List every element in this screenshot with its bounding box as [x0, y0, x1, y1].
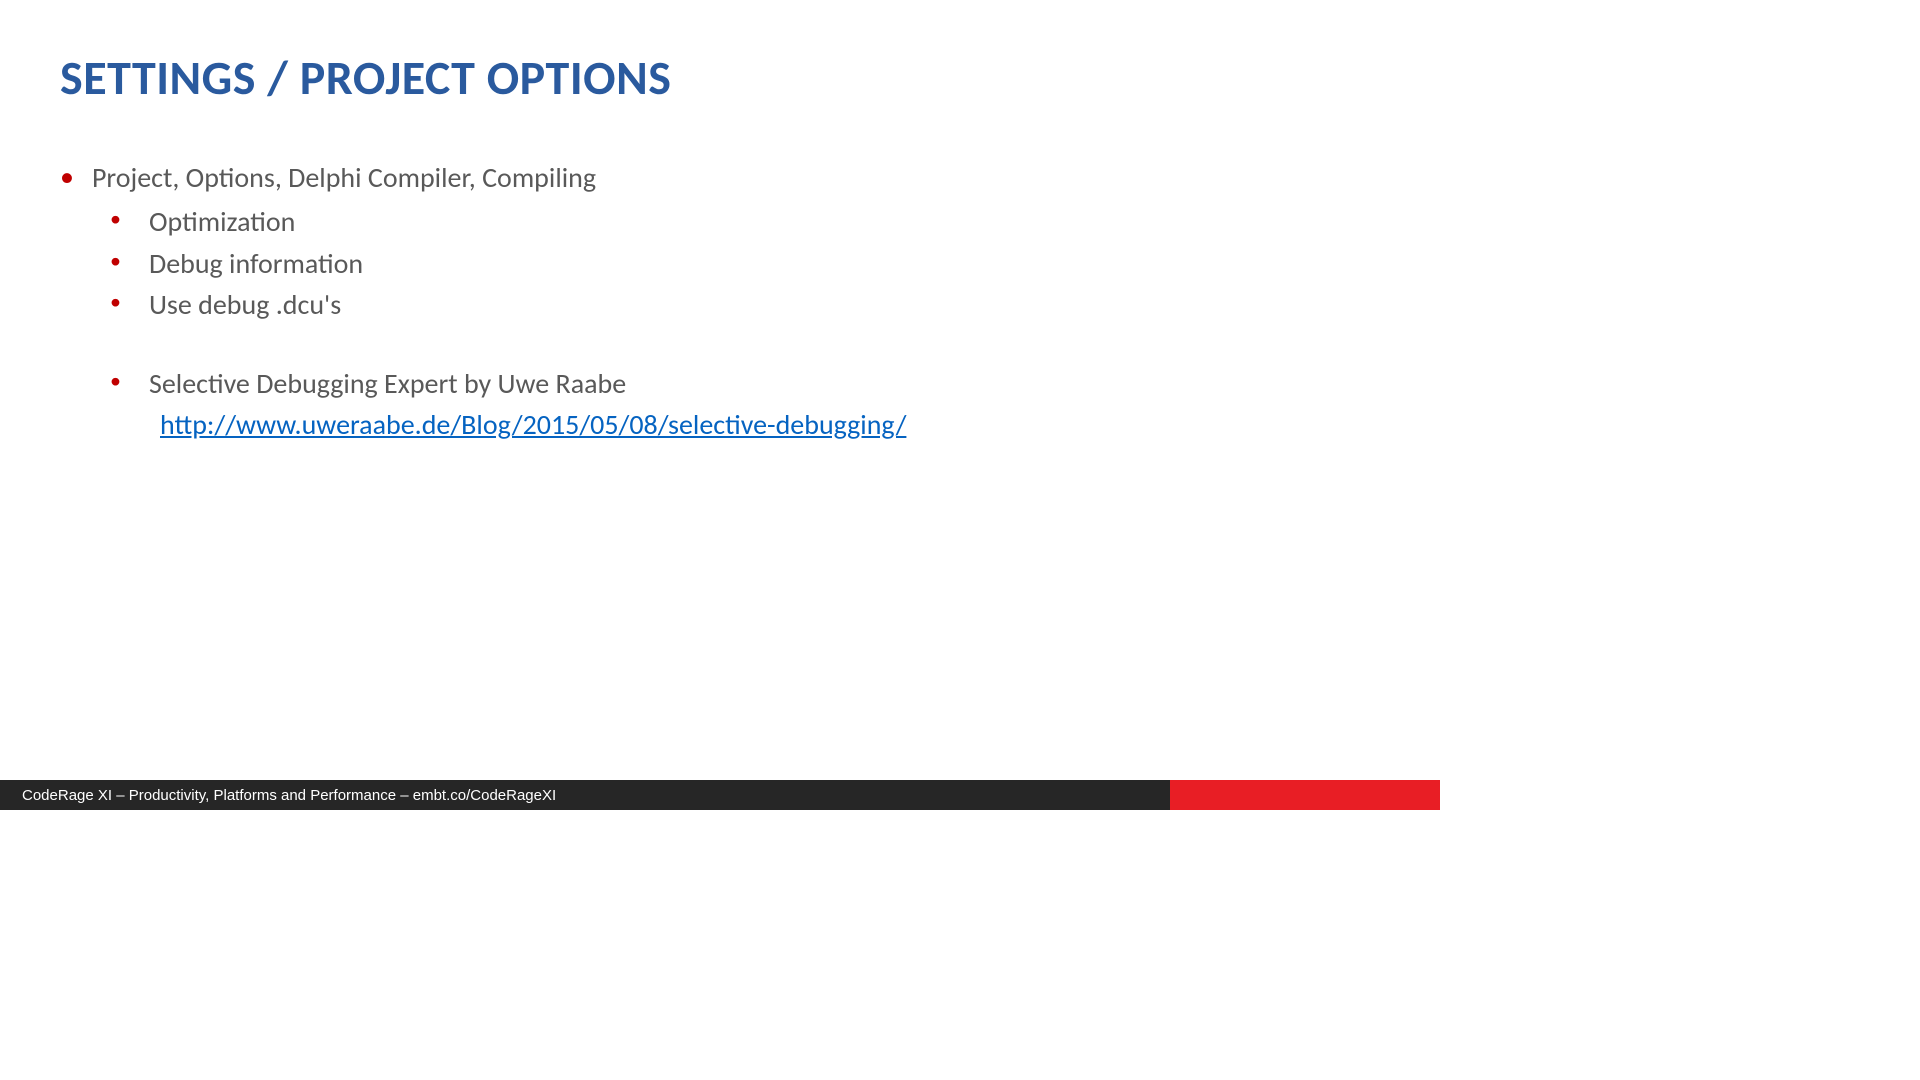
slide-footer: CodeRage XI – Productivity, Platforms an… — [0, 780, 1440, 810]
bullet-level1: • Project, Options, Delphi Compiler, Com… — [60, 160, 1380, 196]
external-link[interactable]: http://www.uweraabe.de/Blog/2015/05/08/s… — [160, 407, 906, 442]
bullet-text: Optimization — [149, 202, 295, 241]
bullet-level2: • Debug information — [110, 244, 1380, 283]
link-line: http://www.uweraabe.de/Blog/2015/05/08/s… — [110, 405, 1380, 444]
bullet-dot-icon: • — [110, 285, 121, 318]
bullet-dot-icon: • — [110, 364, 121, 397]
slide-content: • Project, Options, Delphi Compiler, Com… — [60, 160, 1380, 444]
bullet-text: Debug information — [149, 244, 363, 283]
slide-title: SETTINGS / PROJECT OPTIONS — [60, 48, 671, 107]
bullet-text: Selective Debugging Expert by Uwe Raabe — [149, 364, 626, 403]
bullet-dot-icon: • — [110, 244, 121, 277]
bullet-text: Use debug .dcu's — [149, 285, 341, 324]
bullet-text: Project, Options, Delphi Compiler, Compi… — [92, 160, 596, 196]
footer-text: CodeRage XI – Productivity, Platforms an… — [0, 780, 1170, 810]
footer-accent — [1170, 780, 1440, 810]
bullet-level2: • Use debug .dcu's — [110, 285, 1380, 324]
bullet-dot-icon: • — [110, 202, 121, 235]
bullet-level2: • Optimization — [110, 202, 1380, 241]
bullet-dot-icon: • — [60, 160, 74, 194]
bullet-level2: • Selective Debugging Expert by Uwe Raab… — [110, 364, 1380, 403]
